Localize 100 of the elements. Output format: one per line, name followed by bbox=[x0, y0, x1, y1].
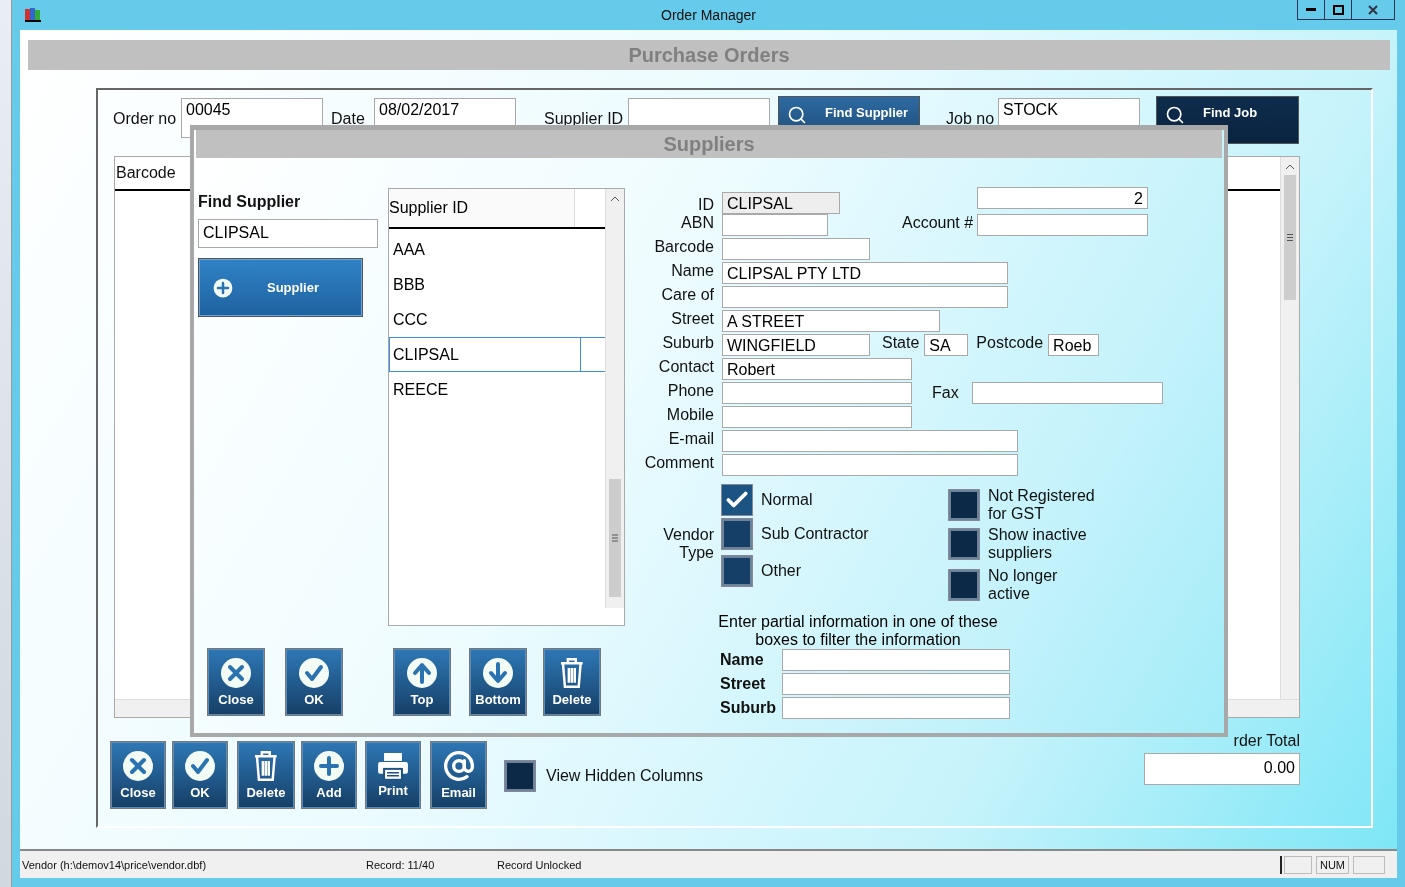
status-panel bbox=[1353, 855, 1385, 874]
close-icon bbox=[220, 657, 252, 689]
text-field[interactable]: SA bbox=[924, 334, 969, 356]
check-icon bbox=[184, 750, 216, 782]
text-field[interactable]: A STREET bbox=[722, 310, 940, 332]
search-field[interactable]: CLIPSAL bbox=[198, 219, 378, 248]
search-icon bbox=[787, 105, 807, 125]
field-label: Barcode bbox=[653, 238, 714, 256]
close-icon bbox=[122, 750, 154, 782]
checkbox[interactable] bbox=[721, 518, 753, 550]
close-button[interactable]: Close bbox=[207, 648, 265, 716]
checkbox-label: No longer active bbox=[988, 567, 1059, 603]
text-field[interactable] bbox=[782, 673, 1010, 695]
text-field[interactable] bbox=[782, 697, 1010, 719]
status-text: NUM bbox=[1315, 855, 1349, 874]
text-field[interactable]: CLIPSAL bbox=[722, 192, 840, 214]
field-label: Care of bbox=[660, 286, 714, 304]
close-button[interactable]: Close bbox=[110, 741, 166, 809]
field-label: E-mail bbox=[667, 430, 714, 448]
field-label: Street bbox=[720, 675, 767, 693]
text-field[interactable]: Robert bbox=[722, 358, 912, 380]
checkbox[interactable] bbox=[948, 489, 980, 521]
list-row[interactable]: BBB bbox=[389, 267, 606, 302]
list-row[interactable]: REECE bbox=[389, 372, 606, 407]
checkbox-label: Not Registered for GST bbox=[988, 487, 1096, 523]
bottom-button[interactable]: Bottom bbox=[469, 648, 527, 716]
field-label: Name bbox=[720, 651, 765, 669]
text-field[interactable] bbox=[722, 454, 1018, 476]
arrow-up-icon bbox=[406, 657, 438, 689]
field-label: Suburb bbox=[720, 699, 777, 717]
top-button[interactable]: Top bbox=[393, 648, 451, 716]
checkbox[interactable] bbox=[948, 528, 980, 560]
at-sign-icon bbox=[442, 750, 475, 782]
ok-button[interactable]: OK bbox=[285, 648, 343, 716]
column-header[interactable]: Barcode bbox=[116, 164, 176, 182]
field-label: ID bbox=[697, 196, 714, 214]
minimize-button[interactable] bbox=[1297, 0, 1325, 20]
search-icon bbox=[1165, 105, 1185, 125]
vertical-scrollbar[interactable] bbox=[605, 189, 624, 608]
field-label: Fax bbox=[932, 384, 960, 402]
text-field[interactable] bbox=[722, 430, 1018, 452]
app-icon bbox=[24, 7, 42, 23]
checkbox[interactable] bbox=[504, 760, 536, 792]
text-field[interactable] bbox=[722, 214, 828, 236]
status-panel bbox=[1283, 855, 1312, 874]
text-field[interactable] bbox=[722, 382, 912, 404]
close-button[interactable] bbox=[1351, 0, 1395, 20]
field-label: State bbox=[882, 334, 920, 352]
checkbox-label: View Hidden Columns bbox=[546, 767, 704, 785]
field-label: rder Total bbox=[1233, 732, 1300, 750]
text-field[interactable] bbox=[722, 286, 1008, 308]
field-label: Find Supplier bbox=[198, 193, 302, 211]
text-field[interactable]: Roeb bbox=[1048, 334, 1100, 356]
text-field[interactable] bbox=[722, 238, 870, 260]
text-field[interactable] bbox=[782, 649, 1010, 671]
text-field[interactable]: WINGFIELD bbox=[722, 334, 870, 356]
delete-button[interactable]: Delete bbox=[237, 741, 295, 809]
field-label: Mobile bbox=[665, 406, 714, 424]
email-button[interactable]: Email bbox=[430, 741, 487, 809]
text-field[interactable] bbox=[977, 214, 1148, 236]
trash-icon bbox=[253, 750, 279, 782]
field-label: Account # bbox=[902, 214, 972, 232]
scrollbar-thumb[interactable] bbox=[609, 479, 621, 597]
column-header[interactable]: Supplier ID bbox=[389, 189, 575, 227]
checkbox[interactable] bbox=[721, 555, 753, 587]
maximize-icon bbox=[1332, 4, 1344, 15]
scrollbar-thumb[interactable] bbox=[1284, 175, 1296, 300]
text-field[interactable]: 2 bbox=[977, 187, 1148, 209]
filter-hint: Enter partial information in one of these boxes to filter the information bbox=[717, 613, 999, 649]
total-field[interactable]: 0.00 bbox=[1144, 753, 1300, 785]
text-field[interactable] bbox=[972, 382, 1163, 404]
status-text: Record: 11/40 bbox=[366, 858, 436, 871]
field-label: Vendor Type bbox=[662, 525, 714, 562]
field-label: Comment bbox=[643, 454, 714, 472]
plus-icon bbox=[313, 750, 345, 782]
vertical-scrollbar[interactable] bbox=[1280, 157, 1299, 700]
add-button[interactable]: Add bbox=[301, 741, 357, 809]
print-button[interactable]: Print bbox=[365, 741, 421, 809]
checkbox[interactable] bbox=[948, 569, 980, 601]
checkbox-label: Normal bbox=[761, 491, 813, 509]
text-field[interactable] bbox=[722, 406, 912, 428]
field-label: Postcode bbox=[976, 334, 1044, 352]
delete-button[interactable]: Delete bbox=[543, 648, 601, 716]
field-label: Name bbox=[670, 262, 714, 280]
list-row[interactable]: CCC bbox=[389, 302, 606, 337]
list-row[interactable]: AAA bbox=[389, 232, 606, 267]
close-icon bbox=[1368, 4, 1378, 15]
text-field[interactable]: CLIPSAL PTY LTD bbox=[722, 262, 1008, 284]
field-label: Suburb bbox=[661, 334, 714, 352]
plus-icon bbox=[213, 277, 233, 298]
add-supplier-button[interactable]: Supplier bbox=[198, 258, 363, 317]
trash-icon bbox=[559, 657, 585, 689]
page-title: Purchase Orders bbox=[628, 43, 790, 67]
status-text: Record Unlocked bbox=[497, 858, 582, 871]
ok-button[interactable]: OK bbox=[172, 741, 228, 809]
checkbox[interactable] bbox=[721, 484, 753, 516]
window-title: Order Manager bbox=[661, 7, 756, 23]
minimize-icon bbox=[1306, 8, 1316, 11]
field-label: Phone bbox=[666, 382, 714, 400]
dialog-title: Suppliers bbox=[663, 132, 755, 156]
